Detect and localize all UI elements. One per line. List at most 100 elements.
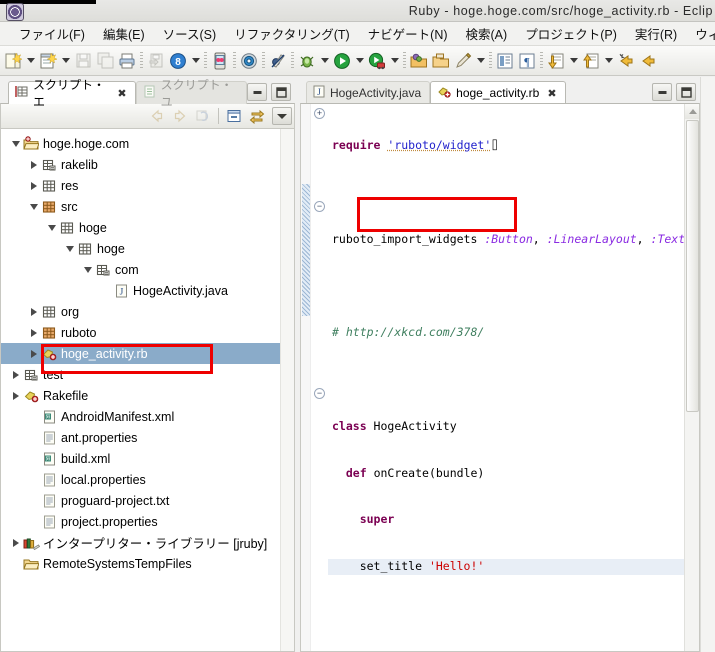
tree-item[interactable]: test xyxy=(1,364,294,385)
tree-item[interactable]: src xyxy=(1,196,294,217)
left-view-tabbar[interactable]: スクリプト・エ ✖ スクリプト・ユ xyxy=(0,77,295,109)
tree-item[interactable]: local.properties xyxy=(1,469,294,490)
open-task-icon[interactable] xyxy=(452,49,474,73)
tree-item-selected[interactable]: hoge_activity.rb xyxy=(1,343,294,364)
menu-item-search[interactable]: 検索(A) xyxy=(457,22,517,45)
back-icon[interactable] xyxy=(637,49,659,73)
project-tree-panel[interactable]: hoge.hoge.com rakelib res src hoge hoge com J Ho… xyxy=(0,129,295,652)
menu-item-source[interactable]: ソース(S) xyxy=(154,22,226,45)
chevron-right-icon[interactable] xyxy=(27,322,40,343)
tree-item[interactable]: project.properties xyxy=(1,511,294,532)
tree-item[interactable]: インタープリター・ライブラリー [jruby] xyxy=(1,532,294,553)
editor-folding-column[interactable]: + − − xyxy=(311,104,328,651)
new-ruby-script-icon[interactable] xyxy=(2,49,24,73)
debug-icon[interactable] xyxy=(296,49,318,73)
tree-item[interactable]: ant.properties xyxy=(1,427,294,448)
link-with-editor-icon[interactable] xyxy=(246,105,268,127)
editor-vertical-scrollbar[interactable] xyxy=(684,104,699,651)
tab-script-unit[interactable]: スクリプト・ユ xyxy=(135,78,247,109)
tab-hoge-activity-rb[interactable]: hoge_activity.rb ✖ xyxy=(430,81,566,104)
scrollbar-thumb[interactable] xyxy=(686,120,699,412)
project-tree[interactable]: hoge.hoge.com rakelib res src hoge hoge com J Ho… xyxy=(1,129,294,574)
main-toolbar[interactable]: 8 ¶ xyxy=(0,46,715,76)
tree-item[interactable]: proguard-project.txt xyxy=(1,490,294,511)
next-annotation-icon[interactable] xyxy=(545,49,567,73)
editor-window-buttons[interactable] xyxy=(652,83,700,103)
menu-item-file[interactable]: ファイル(F) xyxy=(10,22,94,45)
tree-item[interactable]: ruboto xyxy=(1,322,294,343)
tree-item[interactable]: RemoteSystemsTempFiles xyxy=(1,553,294,574)
tree-item[interactable]: α AndroidManifest.xml xyxy=(1,406,294,427)
tree-item[interactable]: hoge xyxy=(1,238,294,259)
ruby-gems-icon[interactable]: 8 xyxy=(167,49,189,73)
tree-item[interactable]: α build.xml xyxy=(1,448,294,469)
menu-item-run[interactable]: 実行(R) xyxy=(626,22,686,45)
tree-item[interactable]: org xyxy=(1,301,294,322)
chevron-down-icon[interactable] xyxy=(9,133,22,154)
tree-item[interactable]: rakelib xyxy=(1,154,294,175)
code-editor[interactable]: + − − require 'ruboto/widget'⌷ ruboto_im… xyxy=(300,103,700,652)
last-edit-location-icon[interactable] xyxy=(615,49,637,73)
tree-vertical-scrollbar[interactable] xyxy=(280,129,294,651)
ruby-gems-dropdown-arrow[interactable] xyxy=(189,49,202,73)
build-gear-icon[interactable] xyxy=(238,49,260,73)
show-whitespace-icon[interactable]: ¶ xyxy=(516,49,538,73)
fold-expand-icon[interactable]: + xyxy=(314,108,325,119)
editor-overview-margin[interactable] xyxy=(301,104,311,651)
new-wizard-dropdown-arrow[interactable] xyxy=(59,49,72,73)
menu-item-project[interactable]: プロジェクト(P) xyxy=(516,22,626,45)
chevron-right-icon[interactable] xyxy=(9,385,22,406)
close-icon[interactable]: ✖ xyxy=(547,87,556,100)
chevron-down-icon[interactable] xyxy=(45,217,58,238)
android-device-icon[interactable] xyxy=(209,49,231,73)
maximize-icon[interactable] xyxy=(676,83,696,101)
maximize-icon[interactable] xyxy=(271,83,291,101)
chevron-right-icon[interactable] xyxy=(27,175,40,196)
chevron-right-icon[interactable] xyxy=(27,154,40,175)
run-external-icon[interactable] xyxy=(366,49,388,73)
tab-hogeactivity-java[interactable]: J HogeActivity.java xyxy=(306,81,431,104)
tree-item[interactable]: J HogeActivity.java xyxy=(1,280,294,301)
tree-item[interactable]: com xyxy=(1,259,294,280)
fold-collapse-icon-oncreate[interactable]: − xyxy=(314,201,325,212)
print-icon[interactable] xyxy=(116,49,138,73)
open-dropdown-arrow[interactable] xyxy=(474,49,487,73)
next-annotation-dropdown-arrow[interactable] xyxy=(567,49,580,73)
previous-annotation-dropdown-arrow[interactable] xyxy=(602,49,615,73)
menu-bar[interactable]: ファイル(F) 編集(E) ソース(S) リファクタリング(T) ナビゲート(N… xyxy=(0,22,715,46)
view-menu-icon[interactable] xyxy=(272,107,292,125)
code-text[interactable]: require 'ruboto/widget'⌷ ruboto_import_w… xyxy=(328,104,684,651)
minimize-icon[interactable] xyxy=(652,83,672,101)
previous-annotation-icon[interactable] xyxy=(580,49,602,73)
run-dropdown-arrow[interactable] xyxy=(353,49,366,73)
tab-script-explorer[interactable]: スクリプト・エ ✖ xyxy=(8,78,136,109)
chevron-down-icon[interactable] xyxy=(63,238,76,259)
open-resource-icon[interactable] xyxy=(430,49,452,73)
menu-item-navigate[interactable]: ナビゲート(N) xyxy=(359,22,457,45)
chevron-down-icon[interactable] xyxy=(81,259,94,280)
left-view-window-buttons[interactable] xyxy=(247,83,295,103)
scroll-up-icon[interactable] xyxy=(685,104,699,119)
chevron-right-icon[interactable] xyxy=(27,301,40,322)
run-icon[interactable] xyxy=(331,49,353,73)
editor-tabbar[interactable]: J HogeActivity.java hoge_activity.rb ✖ xyxy=(300,77,700,104)
tree-item[interactable]: hoge xyxy=(1,217,294,238)
new-wizard-icon[interactable] xyxy=(37,49,59,73)
tree-item[interactable]: Rakefile xyxy=(1,385,294,406)
tree-item[interactable]: res xyxy=(1,175,294,196)
menu-item-window[interactable]: ウィンドウ(W) xyxy=(686,22,715,45)
debug-dropdown-arrow[interactable] xyxy=(318,49,331,73)
minimize-icon[interactable] xyxy=(247,83,267,101)
open-type-icon[interactable] xyxy=(408,49,430,73)
menu-item-edit[interactable]: 編集(E) xyxy=(94,22,154,45)
new-dropdown-arrow[interactable] xyxy=(24,49,37,73)
chevron-right-icon[interactable] xyxy=(27,343,40,364)
menu-item-refactor[interactable]: リファクタリング(T) xyxy=(225,22,358,45)
chevron-right-icon[interactable] xyxy=(9,532,22,553)
skip-breakpoints-icon[interactable] xyxy=(267,49,289,73)
toggle-block-selection-icon[interactable] xyxy=(494,49,516,73)
chevron-down-icon[interactable] xyxy=(27,196,40,217)
fold-collapse-icon-butterfly[interactable]: − xyxy=(314,388,325,399)
tree-item[interactable]: hoge.hoge.com xyxy=(1,133,294,154)
external-dropdown-arrow[interactable] xyxy=(388,49,401,73)
